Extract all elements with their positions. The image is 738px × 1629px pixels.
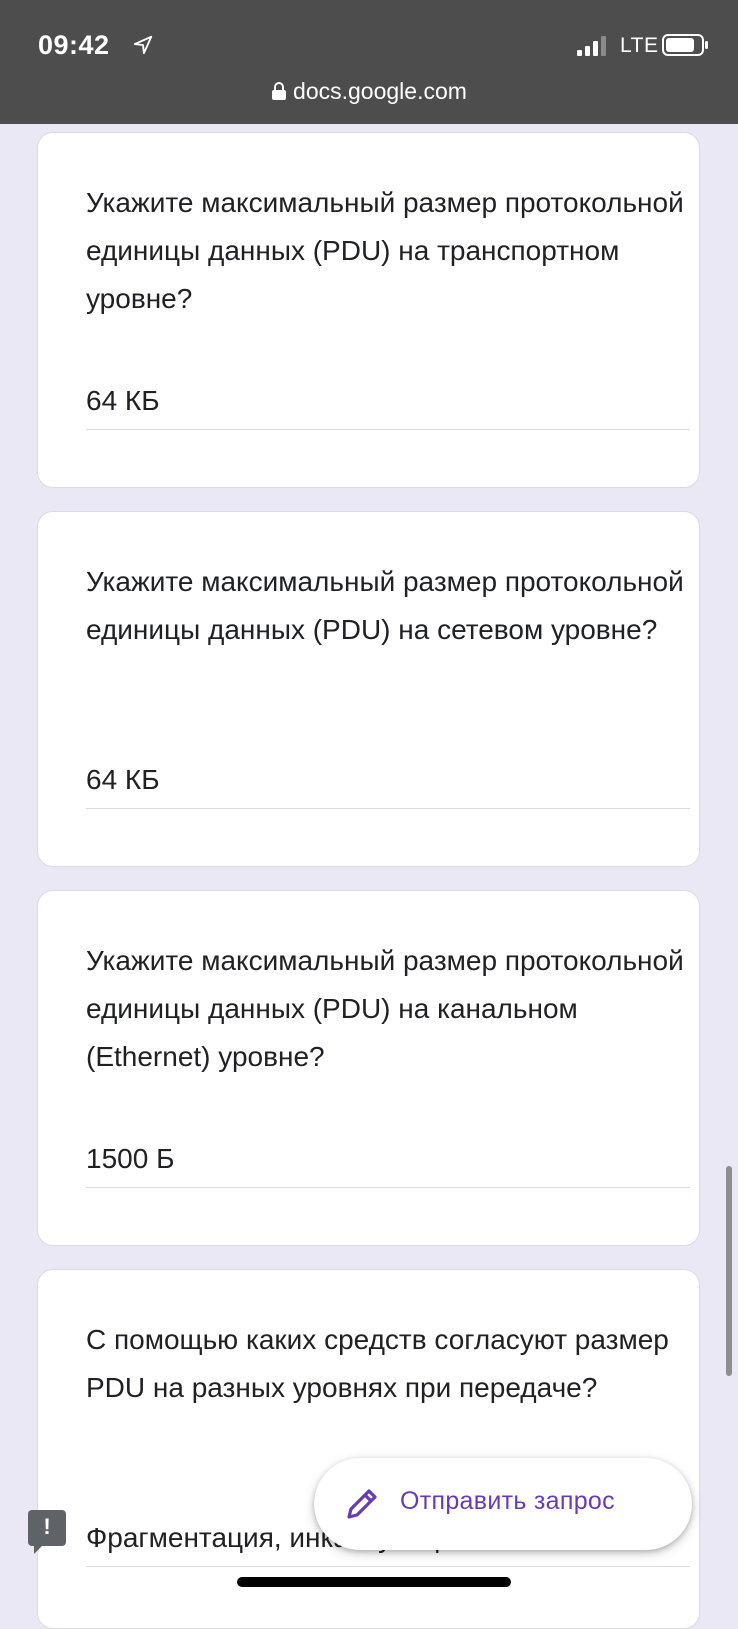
network-type: LTE	[620, 34, 659, 57]
answer-field[interactable]: 64 КБ	[86, 383, 690, 430]
scrollbar[interactable]	[726, 1166, 732, 1376]
question-card: Укажите максимальный размер протокольной…	[37, 890, 700, 1246]
status-bar: 09:42 LTE docs.google.com	[0, 0, 738, 124]
answer-field[interactable]: 64 КБ	[86, 762, 690, 809]
question-text: С помощью каких средств согласуют размер…	[86, 1324, 669, 1403]
url-text: docs.google.com	[293, 78, 467, 104]
send-request-label: Отправить запрос	[400, 1487, 615, 1515]
lock-icon	[272, 82, 287, 100]
battery-icon	[662, 34, 708, 56]
question-card: Укажите максимальный размер протокольной…	[37, 511, 700, 867]
question-card: С помощью каких средств согласуют размер…	[37, 1269, 700, 1629]
send-request-button[interactable]: Отправить запрос	[314, 1458, 692, 1550]
home-indicator	[237, 1577, 511, 1587]
location-arrow-icon	[133, 35, 153, 55]
signal-icon	[577, 36, 611, 56]
question-text: Укажите максимальный размер протокольной…	[86, 945, 684, 1072]
address-bar[interactable]: docs.google.com	[0, 78, 738, 105]
pencil-icon	[347, 1489, 377, 1519]
status-time: 09:42	[38, 30, 110, 60]
question-text: Укажите максимальный размер протокольной…	[86, 187, 684, 314]
question-text: Укажите максимальный размер протокольной…	[86, 566, 684, 645]
question-card: Укажите максимальный размер протокольной…	[37, 132, 700, 488]
feedback-icon[interactable]: !	[28, 1510, 66, 1554]
answer-field[interactable]: 1500 Б	[86, 1141, 690, 1188]
